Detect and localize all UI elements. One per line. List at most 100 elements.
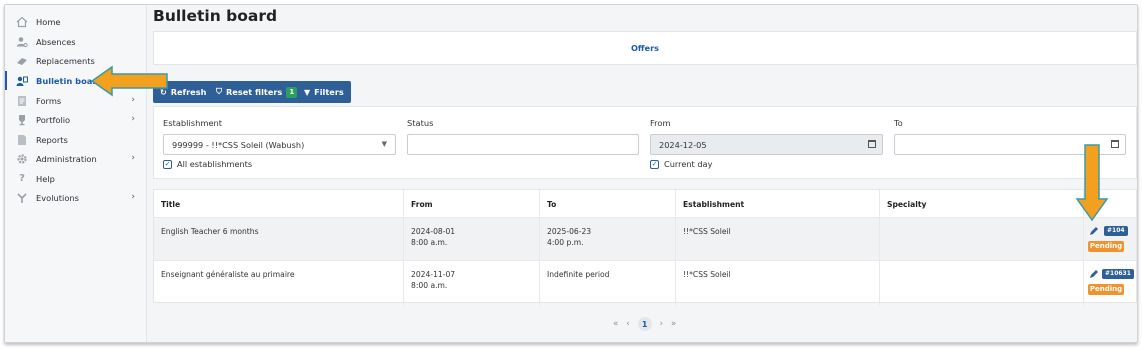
- current-day-label: Current day: [664, 159, 713, 169]
- column-header-specialty[interactable]: Specialty: [880, 190, 1084, 218]
- pencil-edit-icon[interactable]: [1089, 226, 1099, 236]
- status-badge: Pending: [1088, 284, 1124, 295]
- offers-label: Offers: [630, 43, 660, 53]
- filters-button[interactable]: ▼ Filters: [297, 81, 351, 103]
- sidebar-item-bulletin-board[interactable]: Bulletin board: [5, 71, 147, 90]
- chevron-right-icon: ›: [131, 95, 135, 105]
- table-row[interactable]: Enseignant généraliste au primaire 2024-…: [154, 260, 1136, 305]
- sidebar-item-label: Replacements: [36, 55, 95, 66]
- from-date-value: 2024-12-05: [659, 139, 707, 150]
- sidebar-item-portfolio[interactable]: Portfolio ›: [5, 110, 147, 129]
- sidebar-item-label: Home: [36, 16, 61, 27]
- status-label: Status: [407, 118, 434, 128]
- reset-filters-label: Reset filters: [226, 87, 283, 97]
- chevron-right-icon: ›: [131, 153, 135, 163]
- sidebar-item-label: Help: [36, 173, 55, 184]
- reports-icon: [15, 134, 29, 146]
- reset-filters-count-badge: 1: [286, 86, 298, 98]
- to-date-input[interactable]: [894, 134, 1126, 155]
- sidebar-item-label: Reports: [36, 134, 68, 145]
- last-page-button[interactable]: »: [671, 319, 676, 329]
- help-icon: ?: [19, 173, 25, 184]
- to-date: Indefinite period: [547, 270, 610, 279]
- pencil-edit-icon[interactable]: [1089, 269, 1099, 279]
- sidebar-item-absences[interactable]: Absences: [5, 32, 147, 51]
- prev-page-button[interactable]: ‹: [626, 319, 629, 329]
- column-header-establishment[interactable]: Establishment: [676, 190, 880, 218]
- filters-label: Filters: [314, 87, 344, 97]
- bulletin-board-icon: [15, 75, 29, 87]
- pagination: « ‹ 1 › »: [609, 317, 680, 331]
- chevron-down-icon: ▼: [381, 140, 387, 148]
- sidebar-item-label: Bulletin board: [36, 75, 103, 86]
- sidebar-item-reports[interactable]: Reports: [5, 130, 147, 149]
- trophy-icon: [15, 114, 29, 126]
- cell-to: 2025-06-23 4:00 p.m.: [540, 218, 676, 262]
- checkbox-checked-icon: ✓: [163, 159, 172, 169]
- calendar-icon: [1111, 140, 1119, 148]
- status-input[interactable]: [407, 134, 639, 155]
- page-title: Bulletin board: [153, 7, 278, 25]
- home-icon: [15, 16, 29, 28]
- cell-specialty: [880, 261, 1084, 305]
- sidebar-item-label: Administration: [36, 153, 97, 164]
- cell-specialty: [880, 218, 1084, 262]
- refresh-icon: ↻: [160, 87, 167, 97]
- table-row[interactable]: English Teacher 6 months 2024-08-01 8:00…: [154, 217, 1136, 262]
- gear-icon: [15, 153, 29, 165]
- to-time: 4:00 p.m.: [547, 238, 584, 247]
- next-page-button[interactable]: ›: [660, 319, 663, 329]
- cell-establishment: !!*CSS Soleil: [676, 218, 880, 262]
- sidebar-item-home[interactable]: Home: [5, 12, 147, 31]
- refresh-button[interactable]: ↻ Refresh: [153, 81, 214, 103]
- replace-icon: [15, 55, 29, 67]
- sidebar-item-administration[interactable]: Administration ›: [5, 149, 147, 168]
- cell-title: English Teacher 6 months: [154, 218, 404, 262]
- evolutions-icon: [15, 192, 29, 204]
- absence-user-icon: [15, 36, 29, 48]
- sidebar-item-evolutions[interactable]: Evolutions ›: [5, 188, 147, 207]
- all-establishments-checkbox[interactable]: ✓ All establishments: [163, 159, 252, 169]
- establishment-label: Establishment: [163, 118, 223, 128]
- current-day-checkbox[interactable]: ✓ Current day: [650, 159, 712, 169]
- sidebar-item-label: Absences: [36, 36, 76, 47]
- all-establishments-label: All establishments: [177, 159, 253, 169]
- current-page-button[interactable]: 1: [637, 317, 652, 331]
- offers-tab[interactable]: Offers: [153, 31, 1137, 65]
- from-date-input[interactable]: 2024-12-05: [650, 134, 883, 155]
- sidebar-item-help[interactable]: ? Help: [5, 169, 147, 188]
- first-page-button[interactable]: «: [613, 319, 618, 329]
- cell-title: Enseignant généraliste au primaire: [154, 261, 404, 305]
- establishment-select[interactable]: 999999 - !!*CSS Soleil (Wabush) ▼: [163, 134, 396, 155]
- column-header-from[interactable]: From: [404, 190, 540, 218]
- status-badge: Pending: [1088, 241, 1124, 252]
- app-window: Home Absences Replacements Bulletin boar…: [4, 4, 1138, 343]
- filter-icon: ▼: [304, 87, 311, 97]
- column-header-to[interactable]: To: [540, 190, 676, 218]
- chevron-right-icon: ›: [131, 114, 135, 124]
- from-label: From: [650, 118, 671, 128]
- filters-panel: Establishment 999999 - !!*CSS Soleil (Wa…: [153, 106, 1137, 179]
- from-time: 8:00 a.m.: [411, 281, 448, 290]
- offer-number-badge: #104: [1104, 226, 1128, 236]
- sidebar-item-forms[interactable]: Forms ›: [5, 91, 147, 110]
- main-content: Bulletin board Offers ↻ Refresh ⛉ Reset …: [151, 5, 1137, 342]
- calendar-icon: [868, 140, 876, 148]
- sidebar-item-replacements[interactable]: Replacements: [5, 51, 147, 70]
- refresh-label: Refresh: [170, 87, 207, 97]
- cell-establishment: !!*CSS Soleil: [676, 261, 880, 305]
- column-header-title[interactable]: Title: [154, 190, 404, 218]
- establishment-value: 999999 - !!*CSS Soleil (Wabush): [172, 139, 305, 150]
- sidebar: Home Absences Replacements Bulletin boar…: [5, 5, 147, 342]
- cell-from: 2024-11-07 8:00 a.m.: [404, 261, 540, 305]
- from-time: 8:00 a.m.: [411, 238, 448, 247]
- cell-from: 2024-08-01 8:00 a.m.: [404, 218, 540, 262]
- offer-number-badge: #10631: [1102, 269, 1134, 279]
- from-date: 2024-08-01: [411, 227, 456, 236]
- sidebar-item-label: Evolutions: [36, 192, 80, 203]
- reset-filters-button[interactable]: ⛉ Reset filters 1: [209, 81, 305, 103]
- offers-table: Title From To Establishment Specialty En…: [153, 189, 1137, 305]
- checkbox-checked-icon: ✓: [650, 159, 659, 169]
- sidebar-item-label: Portfolio: [36, 114, 71, 125]
- filter-reset-icon: ⛉: [216, 87, 222, 96]
